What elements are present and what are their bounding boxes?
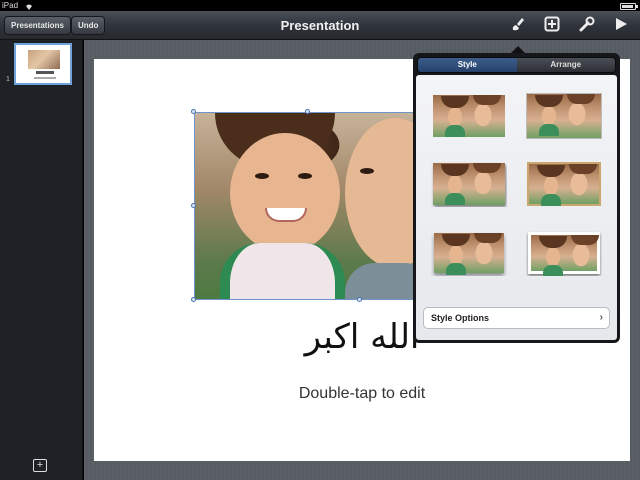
- selection-handle[interactable]: [191, 109, 196, 114]
- style-popover: Style Arrange Style Options ›: [413, 53, 620, 343]
- tab-style[interactable]: Style: [418, 58, 517, 72]
- tab-arrange[interactable]: Arrange: [516, 58, 615, 72]
- slide-navigator: 1: [0, 40, 83, 480]
- status-bar: iPad: [0, 0, 640, 11]
- thumbnail-photo: [28, 50, 60, 69]
- undo-button[interactable]: Undo: [71, 16, 106, 35]
- presentations-button[interactable]: Presentations: [4, 16, 71, 35]
- style-preset[interactable]: [431, 161, 507, 207]
- chevron-right-icon: ›: [599, 312, 603, 323]
- slide-number: 1: [6, 76, 10, 83]
- play-icon[interactable]: [611, 16, 631, 36]
- style-preset[interactable]: [526, 230, 602, 276]
- toolbar: Presentation Presentations Undo: [0, 11, 640, 40]
- style-preset[interactable]: [526, 93, 602, 139]
- selection-handle[interactable]: [305, 109, 310, 114]
- style-preset[interactable]: [526, 161, 602, 207]
- popover-tabs: Style Arrange: [417, 57, 616, 73]
- selection-handle[interactable]: [357, 297, 362, 302]
- slide-thumbnail[interactable]: [14, 43, 72, 85]
- wrench-icon[interactable]: [577, 16, 597, 36]
- brush-icon[interactable]: [508, 16, 528, 36]
- slide-photo[interactable]: [194, 112, 422, 300]
- thumbnail-title: [36, 71, 54, 74]
- slide-subtitle-text[interactable]: Double-tap to edit: [94, 385, 630, 403]
- style-preset[interactable]: [431, 230, 507, 276]
- thumbnail-subtitle: [34, 77, 56, 79]
- style-options-label: Style Options: [431, 313, 490, 323]
- selection-handle[interactable]: [191, 297, 196, 302]
- device-name: iPad: [2, 1, 19, 10]
- style-options-button[interactable]: Style Options ›: [423, 307, 610, 329]
- insert-icon[interactable]: [542, 16, 562, 36]
- style-panel: Style Options ›: [416, 75, 617, 340]
- selection-handle[interactable]: [191, 203, 196, 208]
- add-slide-icon[interactable]: +: [33, 459, 47, 472]
- style-preset[interactable]: [431, 93, 507, 139]
